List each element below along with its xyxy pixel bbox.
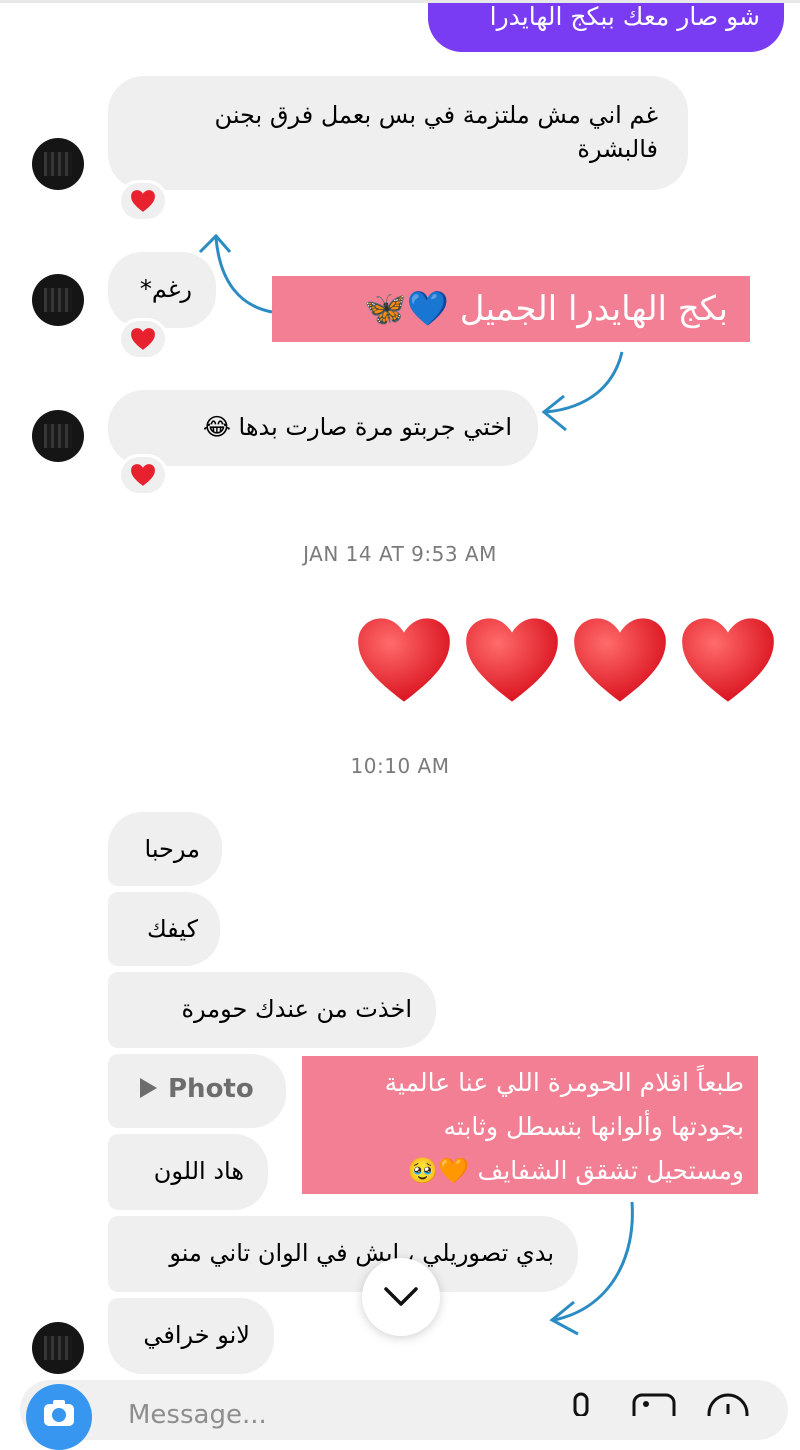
- incoming-message-bubble[interactable]: اختي جربتو مرة صارت بدها 😂: [108, 390, 538, 466]
- message-text: هاد اللون: [153, 1157, 244, 1185]
- incoming-message-bubble[interactable]: هاد اللون: [108, 1134, 268, 1210]
- incoming-message-bubble[interactable]: اخذت من عندك حومرة: [108, 972, 436, 1048]
- annotation-line: طبعاً اقلام الحومرة اللي عنا عالمية: [384, 1068, 744, 1097]
- avatar[interactable]: [32, 274, 84, 326]
- camera-button[interactable]: [26, 1384, 92, 1450]
- heart-icon: [131, 328, 155, 350]
- heart-icon: [358, 618, 450, 702]
- photo-message[interactable]: Photo: [108, 1054, 286, 1128]
- message-text: بدي تصوريلي ، ايش في الوان تاني منو: [169, 1239, 554, 1267]
- play-icon: [140, 1078, 157, 1098]
- timestamp: JAN 14 AT 9:53 AM: [303, 542, 497, 566]
- message-text: لانو خرافي: [143, 1321, 250, 1349]
- microphone-icon[interactable]: [566, 1392, 596, 1416]
- avatar[interactable]: [32, 410, 84, 462]
- message-text: فالبشرة: [577, 135, 658, 163]
- photo-label: Photo: [168, 1074, 254, 1104]
- incoming-message-bubble[interactable]: كيفك: [108, 892, 220, 966]
- message-text: اختي جربتو مرة صارت بدها 😂: [202, 413, 512, 441]
- outgoing-message-bubble[interactable]: شو صار معك ببكج الهايدرا: [428, 0, 784, 52]
- annotation-text: بكج الهايدرا الجميل 💙🦋: [364, 289, 728, 329]
- chevron-down-icon: [384, 1287, 418, 1306]
- annotation-line: ومستحيل تشقق الشفايف 🧡🥹: [407, 1156, 744, 1185]
- heart-icon: [466, 618, 558, 702]
- incoming-message-bubble[interactable]: بدي تصوريلي ، ايش في الوان تاني منو: [108, 1216, 578, 1292]
- timestamp: 10:10 AM: [350, 754, 450, 778]
- message-text: مرحبا: [144, 835, 201, 863]
- heart-icon: [682, 618, 774, 702]
- scroll-to-bottom-button[interactable]: [362, 1258, 440, 1336]
- annotation-line: بجودتها وألوانها بتسطل وثابته: [443, 1112, 744, 1141]
- outgoing-emoji-message[interactable]: [354, 610, 778, 714]
- incoming-message-bubble[interactable]: لانو خرافي: [108, 1298, 274, 1374]
- heart-icon: [131, 464, 155, 486]
- outgoing-message-text: شو صار معك ببكج الهايدرا: [489, 2, 760, 31]
- heart-reaction[interactable]: [118, 180, 168, 222]
- message-text: كيفك: [146, 915, 198, 943]
- heart-reaction[interactable]: [118, 318, 168, 360]
- arrow-icon: [549, 1201, 634, 1336]
- heart-icon: [574, 618, 666, 702]
- message-text: رغم*: [139, 275, 192, 303]
- gallery-icon[interactable]: [632, 1392, 676, 1416]
- message-composer: Message...: [0, 1376, 800, 1450]
- arrow-icon: [541, 351, 624, 432]
- incoming-message-bubble[interactable]: مرحبا: [108, 812, 222, 886]
- heart-icon: [131, 190, 155, 212]
- annotation-banner: بكج الهايدرا الجميل 💙🦋: [272, 276, 750, 342]
- top-divider: [0, 0, 800, 3]
- annotation-banner: طبعاً اقلام الحومرة اللي عنا عالمية بجود…: [302, 1056, 758, 1194]
- avatar[interactable]: [32, 1322, 84, 1374]
- incoming-message-bubble[interactable]: غم اني مش ملتزمة في بس بعمل فرق بجنن فال…: [108, 76, 688, 190]
- arrow-icon: [198, 233, 273, 314]
- avatar[interactable]: [32, 138, 84, 190]
- message-text: اخذت من عندك حومرة: [181, 995, 412, 1023]
- message-text: غم اني مش ملتزمة في بس بعمل فرق بجنن: [214, 101, 658, 129]
- heart-reaction[interactable]: [118, 454, 168, 496]
- camera-icon: [44, 1400, 74, 1426]
- add-icon[interactable]: [706, 1392, 750, 1416]
- message-input[interactable]: Message...: [128, 1400, 267, 1430]
